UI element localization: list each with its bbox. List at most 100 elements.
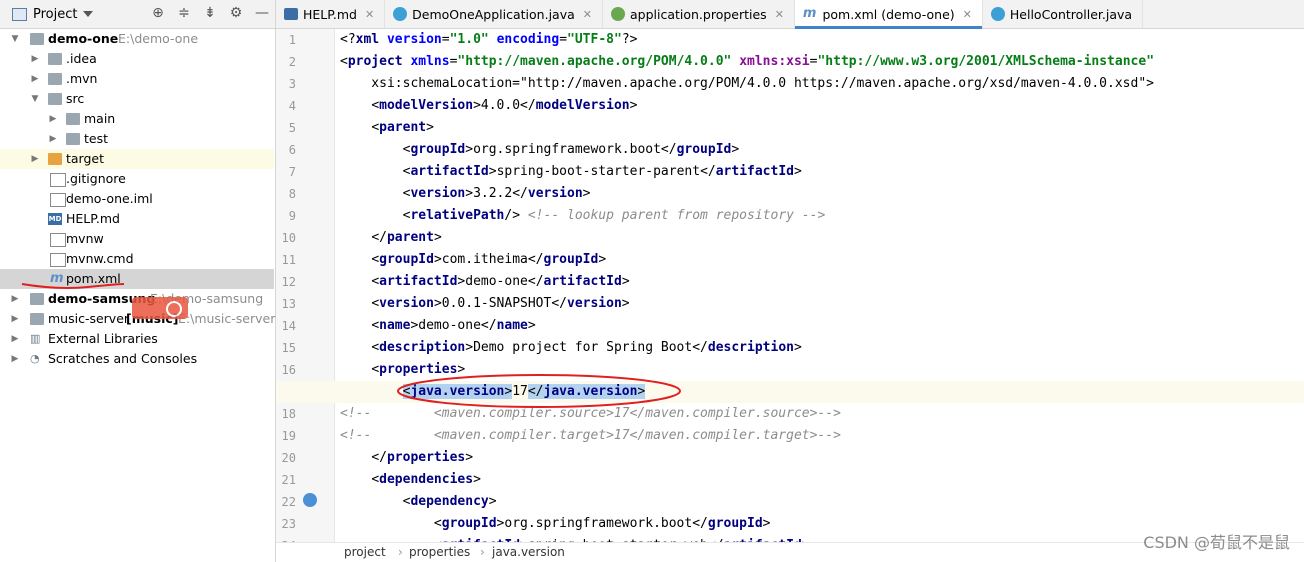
project-window-icon <box>12 7 27 21</box>
tree-item-src[interactable]: ▼ src <box>0 89 274 109</box>
line-number: 18 <box>281 407 296 421</box>
tree-item-label: Scratches and Consoles <box>48 351 198 366</box>
code-line[interactable]: <version>0.0.1-SNAPSHOT</version> <box>340 293 629 315</box>
tree-item-demo-one[interactable]: ▼ demo-one E:\demo-one <box>0 29 274 49</box>
tree-item-idea[interactable]: ▶ .idea <box>0 49 274 69</box>
breadcrumb-item[interactable]: properties <box>409 545 470 559</box>
tree-item-label: HELP.md <box>66 211 120 226</box>
properties-file-icon <box>610 7 625 21</box>
code-line[interactable]: <relativePath/> <!-- lookup parent from … <box>340 205 826 227</box>
code-line[interactable]: <description>Demo project for Spring Boo… <box>340 337 801 359</box>
line-number: 23 <box>281 517 296 531</box>
line-number: 7 <box>288 165 296 179</box>
tree-item-target[interactable]: ▶ target <box>0 149 274 169</box>
hide-icon[interactable]: — <box>253 4 271 22</box>
folder-icon <box>48 53 62 65</box>
tree-item-iml[interactable]: demo-one.iml <box>0 189 274 209</box>
code-line[interactable]: <version>3.2.2</version> <box>340 183 591 205</box>
watermark: CSDN @荀鼠不是鼠 <box>1143 533 1290 552</box>
close-icon[interactable]: ✕ <box>775 8 784 21</box>
tab-label: pom.xml (demo-one) <box>822 6 955 22</box>
module-folder-icon <box>30 313 44 325</box>
folder-icon <box>48 93 62 105</box>
tree-item-label: mvnw.cmd <box>66 251 134 266</box>
tab-hello-controller[interactable]: HelloController.java <box>983 0 1144 28</box>
chevron-right-icon[interactable]: ▶ <box>48 129 58 149</box>
locate-icon[interactable]: ⊕ <box>149 4 167 22</box>
tree-item-test[interactable]: ▶ test <box>0 129 274 149</box>
tab-pom-xml[interactable]: m pom.xml (demo-one) ✕ <box>794 0 983 29</box>
line-number: 11 <box>281 253 296 267</box>
tab-demo-one-application[interactable]: DemoOneApplication.java ✕ <box>385 0 603 28</box>
code-editor[interactable]: 123456789101112131415161718192021222324 … <box>276 29 1304 543</box>
tree-item-path: E:\demo-one <box>118 31 199 46</box>
tree-item-gitignore[interactable]: .gitignore <box>0 169 274 189</box>
code-line[interactable]: <project xmlns="http://maven.apache.org/… <box>340 51 1154 73</box>
code-line[interactable]: <dependencies> <box>340 469 481 491</box>
chevron-right-icon: › <box>398 545 403 559</box>
tree-item-external-libraries[interactable]: ▶ ▥ External Libraries <box>0 329 274 349</box>
code-line[interactable]: <groupId>com.itheima</groupId> <box>340 249 606 271</box>
collapse-all-icon[interactable]: ⇟ <box>201 4 219 22</box>
chevron-down-icon[interactable]: ▼ <box>10 29 20 49</box>
project-panel-title: Project <box>33 6 78 22</box>
line-number: 9 <box>288 209 296 223</box>
code-line[interactable]: </parent> <box>340 227 441 249</box>
chevron-right-icon[interactable]: ▶ <box>10 289 20 309</box>
chevron-right-icon[interactable]: ▶ <box>48 109 58 129</box>
line-number: 5 <box>288 121 296 135</box>
line-number: 21 <box>281 473 296 487</box>
code-line[interactable]: xsi:schemaLocation="http://maven.apache.… <box>340 73 1154 95</box>
tree-item-main[interactable]: ▶ main <box>0 109 274 129</box>
close-icon[interactable]: ✕ <box>963 8 972 21</box>
tab-label: HelloController.java <box>1009 6 1133 22</box>
chevron-right-icon[interactable]: ▶ <box>10 349 20 369</box>
expand-all-icon[interactable]: ≑ <box>175 4 193 22</box>
line-number: 19 <box>281 429 296 443</box>
chevron-right-icon[interactable]: ▶ <box>30 69 40 89</box>
line-number-gutter: 123456789101112131415161718192021222324 <box>276 29 335 543</box>
tree-item-mvnw[interactable]: mvnw <box>0 229 274 249</box>
line-number: 22 <box>281 495 296 509</box>
tree-item-scratches[interactable]: ▶ ◔ Scratches and Consoles <box>0 349 274 369</box>
tree-item-label: target <box>66 151 105 166</box>
code-line[interactable]: <name>demo-one</name> <box>340 315 535 337</box>
code-line[interactable]: <dependency> <box>340 491 497 513</box>
tree-item-label: .idea <box>66 51 97 66</box>
close-icon[interactable]: ✕ <box>583 8 592 21</box>
chevron-right-icon[interactable]: ▶ <box>10 309 20 329</box>
tab-application-properties[interactable]: application.properties ✕ <box>603 0 795 28</box>
code-line[interactable]: <modelVersion>4.0.0</modelVersion> <box>340 95 637 117</box>
line-number: 20 <box>281 451 296 465</box>
code-line[interactable]: </properties> <box>340 447 473 469</box>
breadcrumb-item[interactable]: java.version <box>492 545 565 559</box>
code-line[interactable]: <groupId>org.springframework.boot</group… <box>340 513 771 535</box>
tree-item-path: E:\music-server <box>178 311 276 326</box>
tree-item-label: External Libraries <box>48 331 158 346</box>
code-line[interactable]: <!-- <maven.compiler.target>17</maven.co… <box>340 425 841 447</box>
code-line[interactable]: <artifactId>spring-boot-starter-parent</… <box>340 161 802 183</box>
scratches-icon: ◔ <box>30 352 40 365</box>
close-icon[interactable]: ✕ <box>365 8 374 21</box>
chevron-right-icon[interactable]: ▶ <box>10 329 20 349</box>
breadcrumb-item[interactable]: project <box>344 545 386 559</box>
tree-item-help-md[interactable]: MD HELP.md <box>0 209 274 229</box>
line-number: 15 <box>281 341 296 355</box>
libraries-icon: ▥ <box>30 332 41 345</box>
chevron-down-icon[interactable]: ▼ <box>30 89 40 109</box>
run-gutter-icon[interactable] <box>303 493 317 507</box>
tree-item-mvn[interactable]: ▶ .mvn <box>0 69 274 89</box>
code-line[interactable]: <artifactId>demo-one</artifactId> <box>340 271 629 293</box>
settings-icon[interactable]: ⚙ <box>227 4 245 22</box>
code-line[interactable]: <?xml version="1.0" encoding="UTF-8"?> <box>340 29 637 51</box>
project-view-selector[interactable]: Project <box>12 6 94 22</box>
markdown-file-icon <box>284 8 298 20</box>
code-line[interactable]: <parent> <box>340 117 434 139</box>
tree-item-mvnw-cmd[interactable]: mvnw.cmd <box>0 249 274 269</box>
project-panel-toolbar: Project ⊕ ≑ ⇟ ⚙ — <box>0 0 275 29</box>
code-line[interactable]: <groupId>org.springframework.boot</group… <box>340 139 740 161</box>
chevron-right-icon[interactable]: ▶ <box>30 49 40 69</box>
tree-item-label: music-server <box>48 311 130 326</box>
chevron-right-icon[interactable]: ▶ <box>30 149 40 169</box>
tab-help-md[interactable]: HELP.md ✕ <box>276 0 386 28</box>
